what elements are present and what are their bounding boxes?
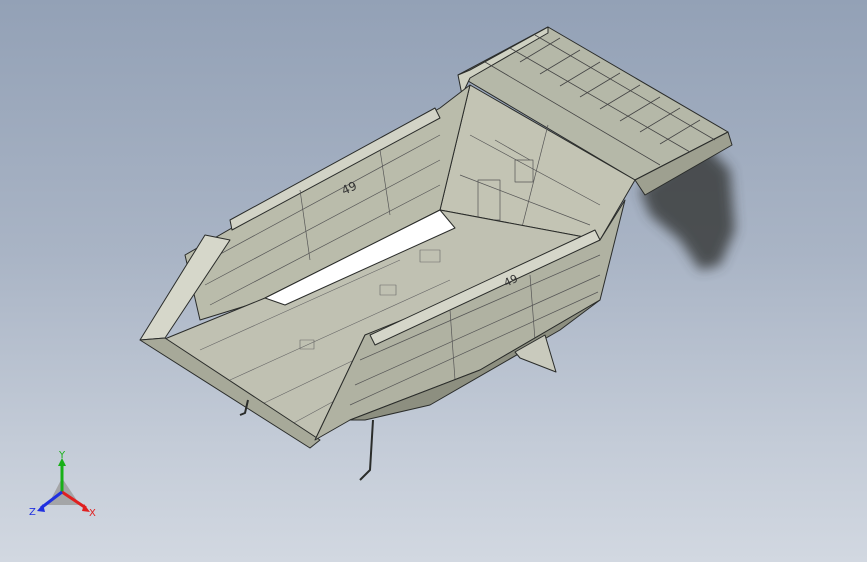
cad-graphics-viewport[interactable]: 49 49 Y X Z: [0, 0, 867, 562]
z-axis-label: Z: [29, 507, 36, 518]
view-orientation-triad[interactable]: Y X Z: [29, 450, 96, 519]
x-axis-label: X: [89, 508, 96, 519]
y-axis-label: Y: [58, 450, 66, 461]
dump-truck-bed-model[interactable]: 49 49: [139, 26, 735, 481]
